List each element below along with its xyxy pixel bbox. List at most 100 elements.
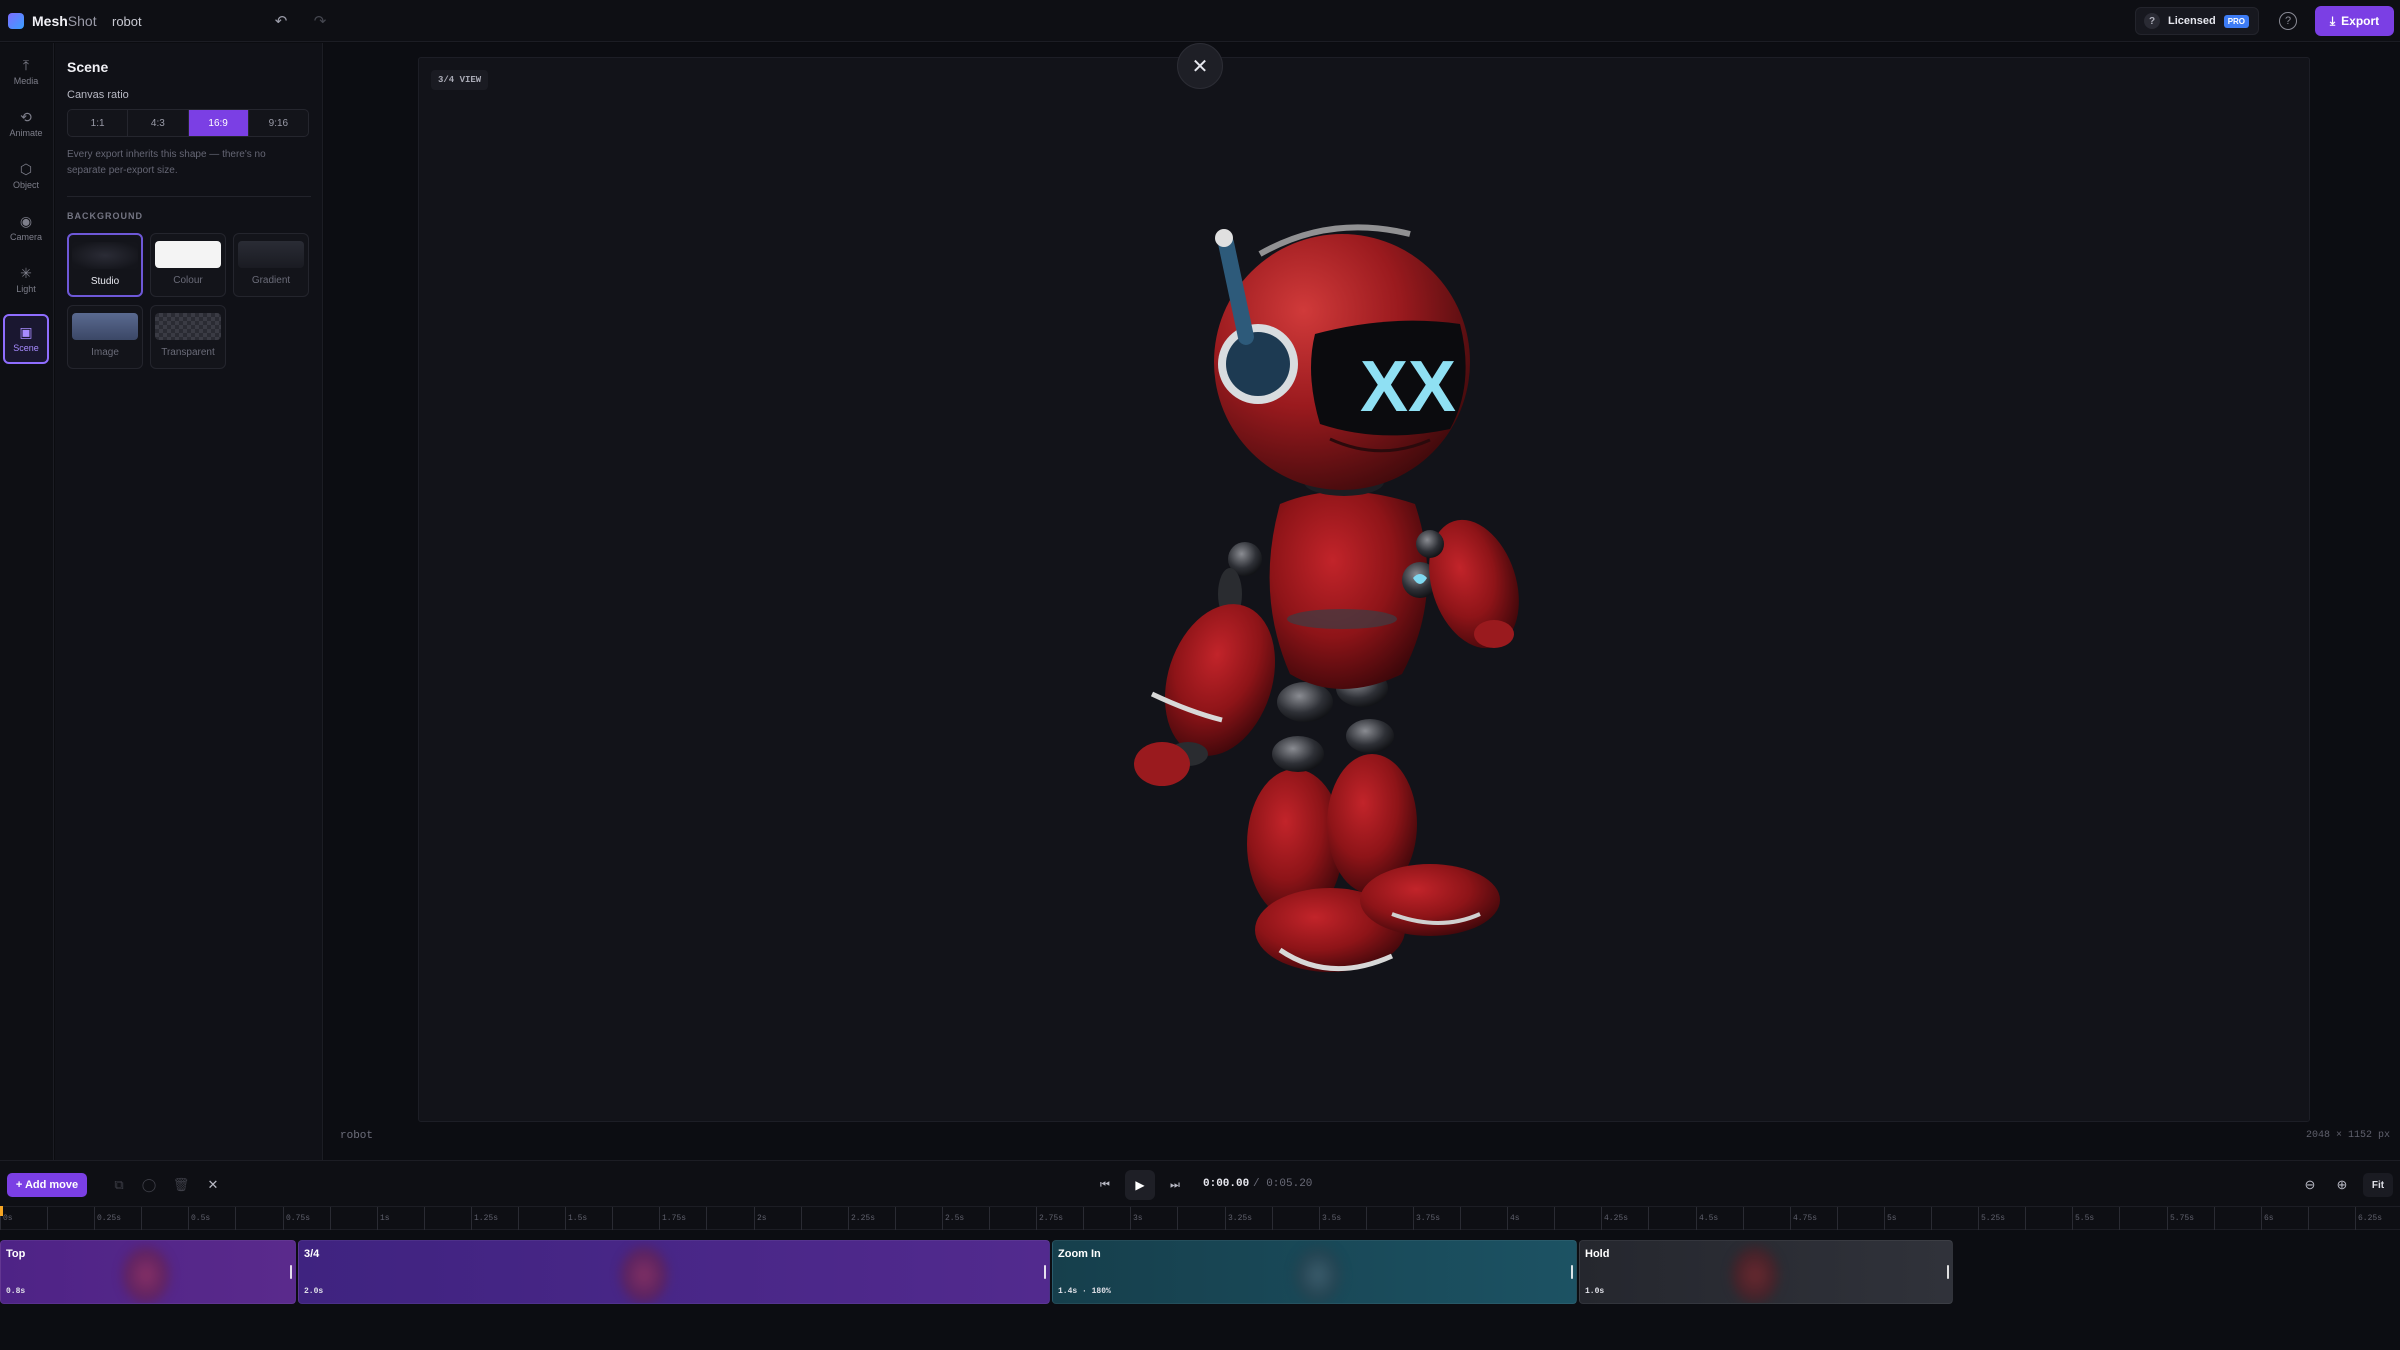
background-option-gradient[interactable]: Gradient — [233, 233, 309, 297]
ruler-tick — [2072, 1207, 2073, 1231]
export-button[interactable]: ⤓ Export — [2315, 6, 2394, 36]
trash-icon[interactable]: 🗑 — [172, 1176, 190, 1194]
ruler-tick-label: 3s — [1133, 1214, 1143, 1223]
ruler-minor-tick — [330, 1207, 331, 1231]
help-icon[interactable]: ? — [2279, 12, 2297, 30]
output-size-label: 2048 × 1152 px — [2305, 1130, 2390, 1141]
ruler-tick — [1413, 1207, 1414, 1231]
loop-icon[interactable]: ◯ — [140, 1176, 158, 1194]
clip-name: Zoom In — [1058, 1248, 1101, 1260]
brand-light: Shot — [67, 13, 97, 29]
background-option-transparent[interactable]: Transparent — [150, 305, 226, 369]
ruler-minor-tick — [424, 1207, 425, 1231]
transparent-swatch — [155, 313, 221, 340]
ruler-tick-label: 3.75s — [1416, 1214, 1441, 1223]
ratio-option-9-16[interactable]: 9:16 — [249, 110, 308, 136]
clip-duration: 0.8s — [6, 1287, 26, 1296]
question-icon: ? — [2144, 13, 2160, 29]
export-icon: ⤓ — [2329, 13, 2336, 28]
ruler-tick-label: 1.75s — [662, 1214, 687, 1223]
rail-item-animate[interactable]: ⟲ Animate — [3, 101, 49, 147]
ratio-option-4-3[interactable]: 4:3 — [128, 110, 189, 136]
background-option-colour[interactable]: Colour — [150, 233, 226, 297]
clip-resize-handle[interactable] — [290, 1265, 292, 1279]
ruler-minor-tick — [706, 1207, 707, 1231]
ruler-tick — [471, 1207, 472, 1231]
project-file-name[interactable]: robot — [112, 14, 142, 29]
skip-back-icon[interactable]: ⏮ — [1096, 1176, 1114, 1194]
logo-icon — [8, 13, 24, 29]
ruler-tick — [565, 1207, 566, 1231]
animate-icon: ⟲ — [20, 109, 32, 125]
brand-bold: Mesh — [32, 13, 68, 29]
clip-zoom-in[interactable]: Zoom In 1.4s · 180% — [1052, 1240, 1577, 1304]
ruler-tick — [1790, 1207, 1791, 1231]
clip-resize-handle[interactable] — [1044, 1265, 1046, 1279]
rail-item-label: Object — [12, 180, 39, 190]
ratio-option-16-9[interactable]: 16:9 — [188, 110, 249, 136]
left-rail: ⤒ Media ⟲ Animate ⬡ Object ◉ Camera ✳ Li… — [0, 43, 54, 1160]
rail-item-camera[interactable]: ◉ Camera — [3, 205, 49, 251]
ruler-tick-label: 0.75s — [286, 1214, 311, 1223]
ruler-tick-label: 0.25s — [97, 1214, 122, 1223]
rail-item-media[interactable]: ⤒ Media — [3, 49, 49, 95]
background-option-studio[interactable]: Studio — [67, 233, 143, 297]
play-button[interactable]: ▶ — [1125, 1170, 1155, 1200]
camera-icon: ◉ — [19, 213, 33, 229]
brand-name: MeshShot — [32, 13, 97, 29]
ruler-minor-tick — [1743, 1207, 1744, 1231]
rail-item-object[interactable]: ⬡ Object — [3, 153, 49, 199]
duplicate-icon[interactable]: ⧉ — [110, 1176, 128, 1194]
close-view-button[interactable]: ✕ — [1177, 43, 1223, 89]
redo-icon[interactable]: ↷ — [310, 11, 330, 31]
playhead[interactable] — [0, 1206, 3, 1216]
clip-thumbnail — [1293, 1245, 1343, 1303]
clip-duration: 1.0s — [1585, 1287, 1605, 1296]
rail-item-scene[interactable]: ▣ Scene — [3, 314, 49, 364]
ruler-tick — [1696, 1207, 1697, 1231]
ruler-tick — [754, 1207, 755, 1231]
undo-icon[interactable]: ↶ — [271, 11, 291, 31]
sun-icon: ✳ — [20, 265, 32, 281]
timeline-ruler[interactable]: 0s 0.25s 0.5s 0.75s 1s 1.25s 1.5s 1.75s 2s 2.25s 2… — [0, 1206, 2400, 1231]
ruler-minor-tick — [47, 1207, 48, 1231]
skip-forward-icon[interactable]: ⏭ — [1166, 1176, 1184, 1194]
rail-item-light[interactable]: ✳ Light — [3, 257, 49, 303]
clip-name: Top — [6, 1248, 26, 1260]
clip-three-quarter[interactable]: 3/4 2.0s — [298, 1240, 1050, 1304]
license-status[interactable]: ? Licensed PRO — [2135, 7, 2259, 35]
ruler-tick-label: 1.25s — [474, 1214, 499, 1223]
ruler-tick — [1978, 1207, 1979, 1231]
clip-resize-handle[interactable] — [1571, 1265, 1573, 1279]
background-option-image[interactable]: Image — [67, 305, 143, 369]
zoom-out-icon[interactable]: ⊖ — [2301, 1176, 2319, 1194]
scene-panel: Scene Canvas ratio 1:1 4:3 16:9 9:16 Eve… — [55, 43, 323, 1160]
add-move-button[interactable]: + Add move — [7, 1173, 87, 1197]
ruler-tick-label: 1.5s — [568, 1214, 588, 1223]
ruler-tick — [283, 1207, 284, 1231]
ruler-minor-tick — [895, 1207, 896, 1231]
fit-button[interactable]: Fit — [2363, 1173, 2393, 1197]
ruler-tick — [1130, 1207, 1131, 1231]
clip-resize-handle[interactable] — [1947, 1265, 1949, 1279]
robot-model[interactable]: XX — [1130, 214, 1570, 994]
zoom-in-icon[interactable]: ⊕ — [2333, 1176, 2351, 1194]
studio-swatch — [72, 242, 138, 269]
ruler-tick — [942, 1207, 943, 1231]
ruler-minor-tick — [2119, 1207, 2120, 1231]
clip-hold[interactable]: Hold 1.0s — [1579, 1240, 1953, 1304]
licensed-label: Licensed — [2168, 15, 2216, 27]
clear-icon[interactable]: ✕ — [204, 1176, 222, 1194]
image-swatch — [72, 313, 138, 340]
upload-icon: ⤒ — [22, 57, 30, 73]
ruler-minor-tick — [989, 1207, 990, 1231]
clip-top[interactable]: Top 0.8s — [0, 1240, 296, 1304]
ruler-minor-tick — [1931, 1207, 1932, 1231]
rail-item-label: Light — [16, 284, 36, 294]
image-icon: ▣ — [19, 324, 33, 340]
ruler-minor-tick — [1177, 1207, 1178, 1231]
ruler-tick-label: 5.25s — [1981, 1214, 2006, 1223]
ruler-tick-label: 4.25s — [1604, 1214, 1629, 1223]
canvas-ratio-hint: Every export inherits this shape — there… — [67, 149, 266, 176]
ratio-option-1-1[interactable]: 1:1 — [68, 110, 129, 136]
